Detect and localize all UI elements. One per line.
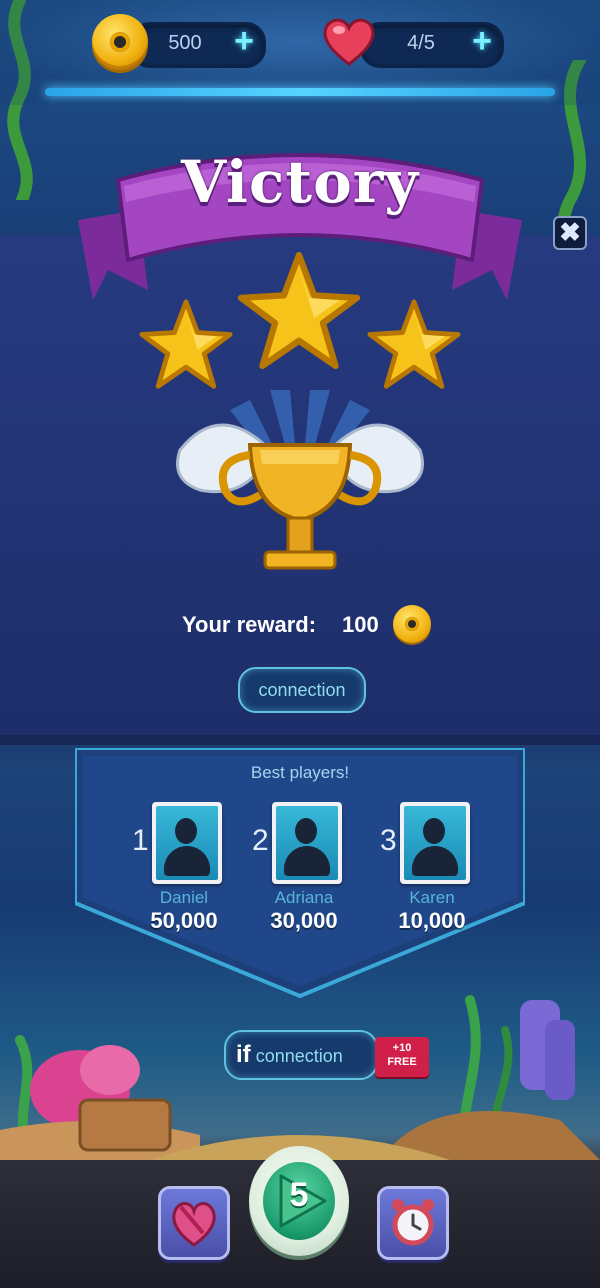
coin-icon: [393, 605, 431, 643]
if-label: if: [236, 1041, 251, 1068]
player-entry[interactable]: 1 Daniel 50,000: [130, 800, 260, 940]
top-divider: [45, 88, 555, 96]
player-rank: 3: [380, 824, 397, 857]
play-level-label: 5: [289, 1176, 309, 1214]
user-icon: [175, 818, 197, 844]
heart-icon: [320, 12, 378, 70]
coins-count: 500: [168, 32, 202, 54]
add-coins-button[interactable]: +: [228, 24, 260, 58]
leaderboard-title: Best players!: [250, 763, 350, 782]
connection-button[interactable]: connection: [238, 667, 366, 713]
close-button[interactable]: ✖: [553, 216, 587, 250]
avatar: [272, 802, 342, 884]
player-name: Daniel: [159, 888, 209, 907]
player-score: 50,000: [150, 908, 218, 933]
user-icon: [423, 818, 445, 844]
user-icon: [295, 818, 317, 844]
reward-value: 100: [342, 612, 379, 637]
add-lives-button[interactable]: +: [466, 24, 498, 58]
alarm-clock-button[interactable]: [377, 1186, 449, 1260]
star-icon: [236, 250, 362, 376]
player-entry[interactable]: 3 Karen 10,000: [378, 800, 508, 940]
free-badge: +10 FREE: [375, 1037, 429, 1077]
panel-bottom-edge: [0, 735, 600, 745]
player-name: Adriana: [274, 888, 334, 907]
alarm-clock-icon: [392, 1199, 434, 1246]
player-score: 30,000: [270, 908, 338, 933]
reward-label: Your reward:: [182, 612, 317, 637]
player-rank: 1: [132, 824, 149, 857]
if-connection-button[interactable]: if connection: [224, 1030, 378, 1080]
avatar: [400, 802, 470, 884]
player-entry[interactable]: 2 Adriana 30,000: [250, 800, 380, 940]
heart-icon: [172, 1202, 216, 1247]
player-score: 10,000: [398, 908, 466, 933]
if-connection-label: connection: [255, 1046, 343, 1066]
free-badge-text: FREE: [387, 1056, 417, 1068]
avatar: [152, 802, 222, 884]
victory-title: Victory: [180, 148, 420, 216]
heart-shop-button[interactable]: [158, 1186, 230, 1260]
trophy-icon: [160, 380, 440, 600]
player-name: Karen: [409, 888, 455, 907]
coin-icon: [92, 14, 148, 70]
free-badge-amount: +10: [392, 1042, 412, 1054]
player-rank: 2: [252, 824, 269, 857]
lives-count: 4/5: [407, 32, 435, 54]
